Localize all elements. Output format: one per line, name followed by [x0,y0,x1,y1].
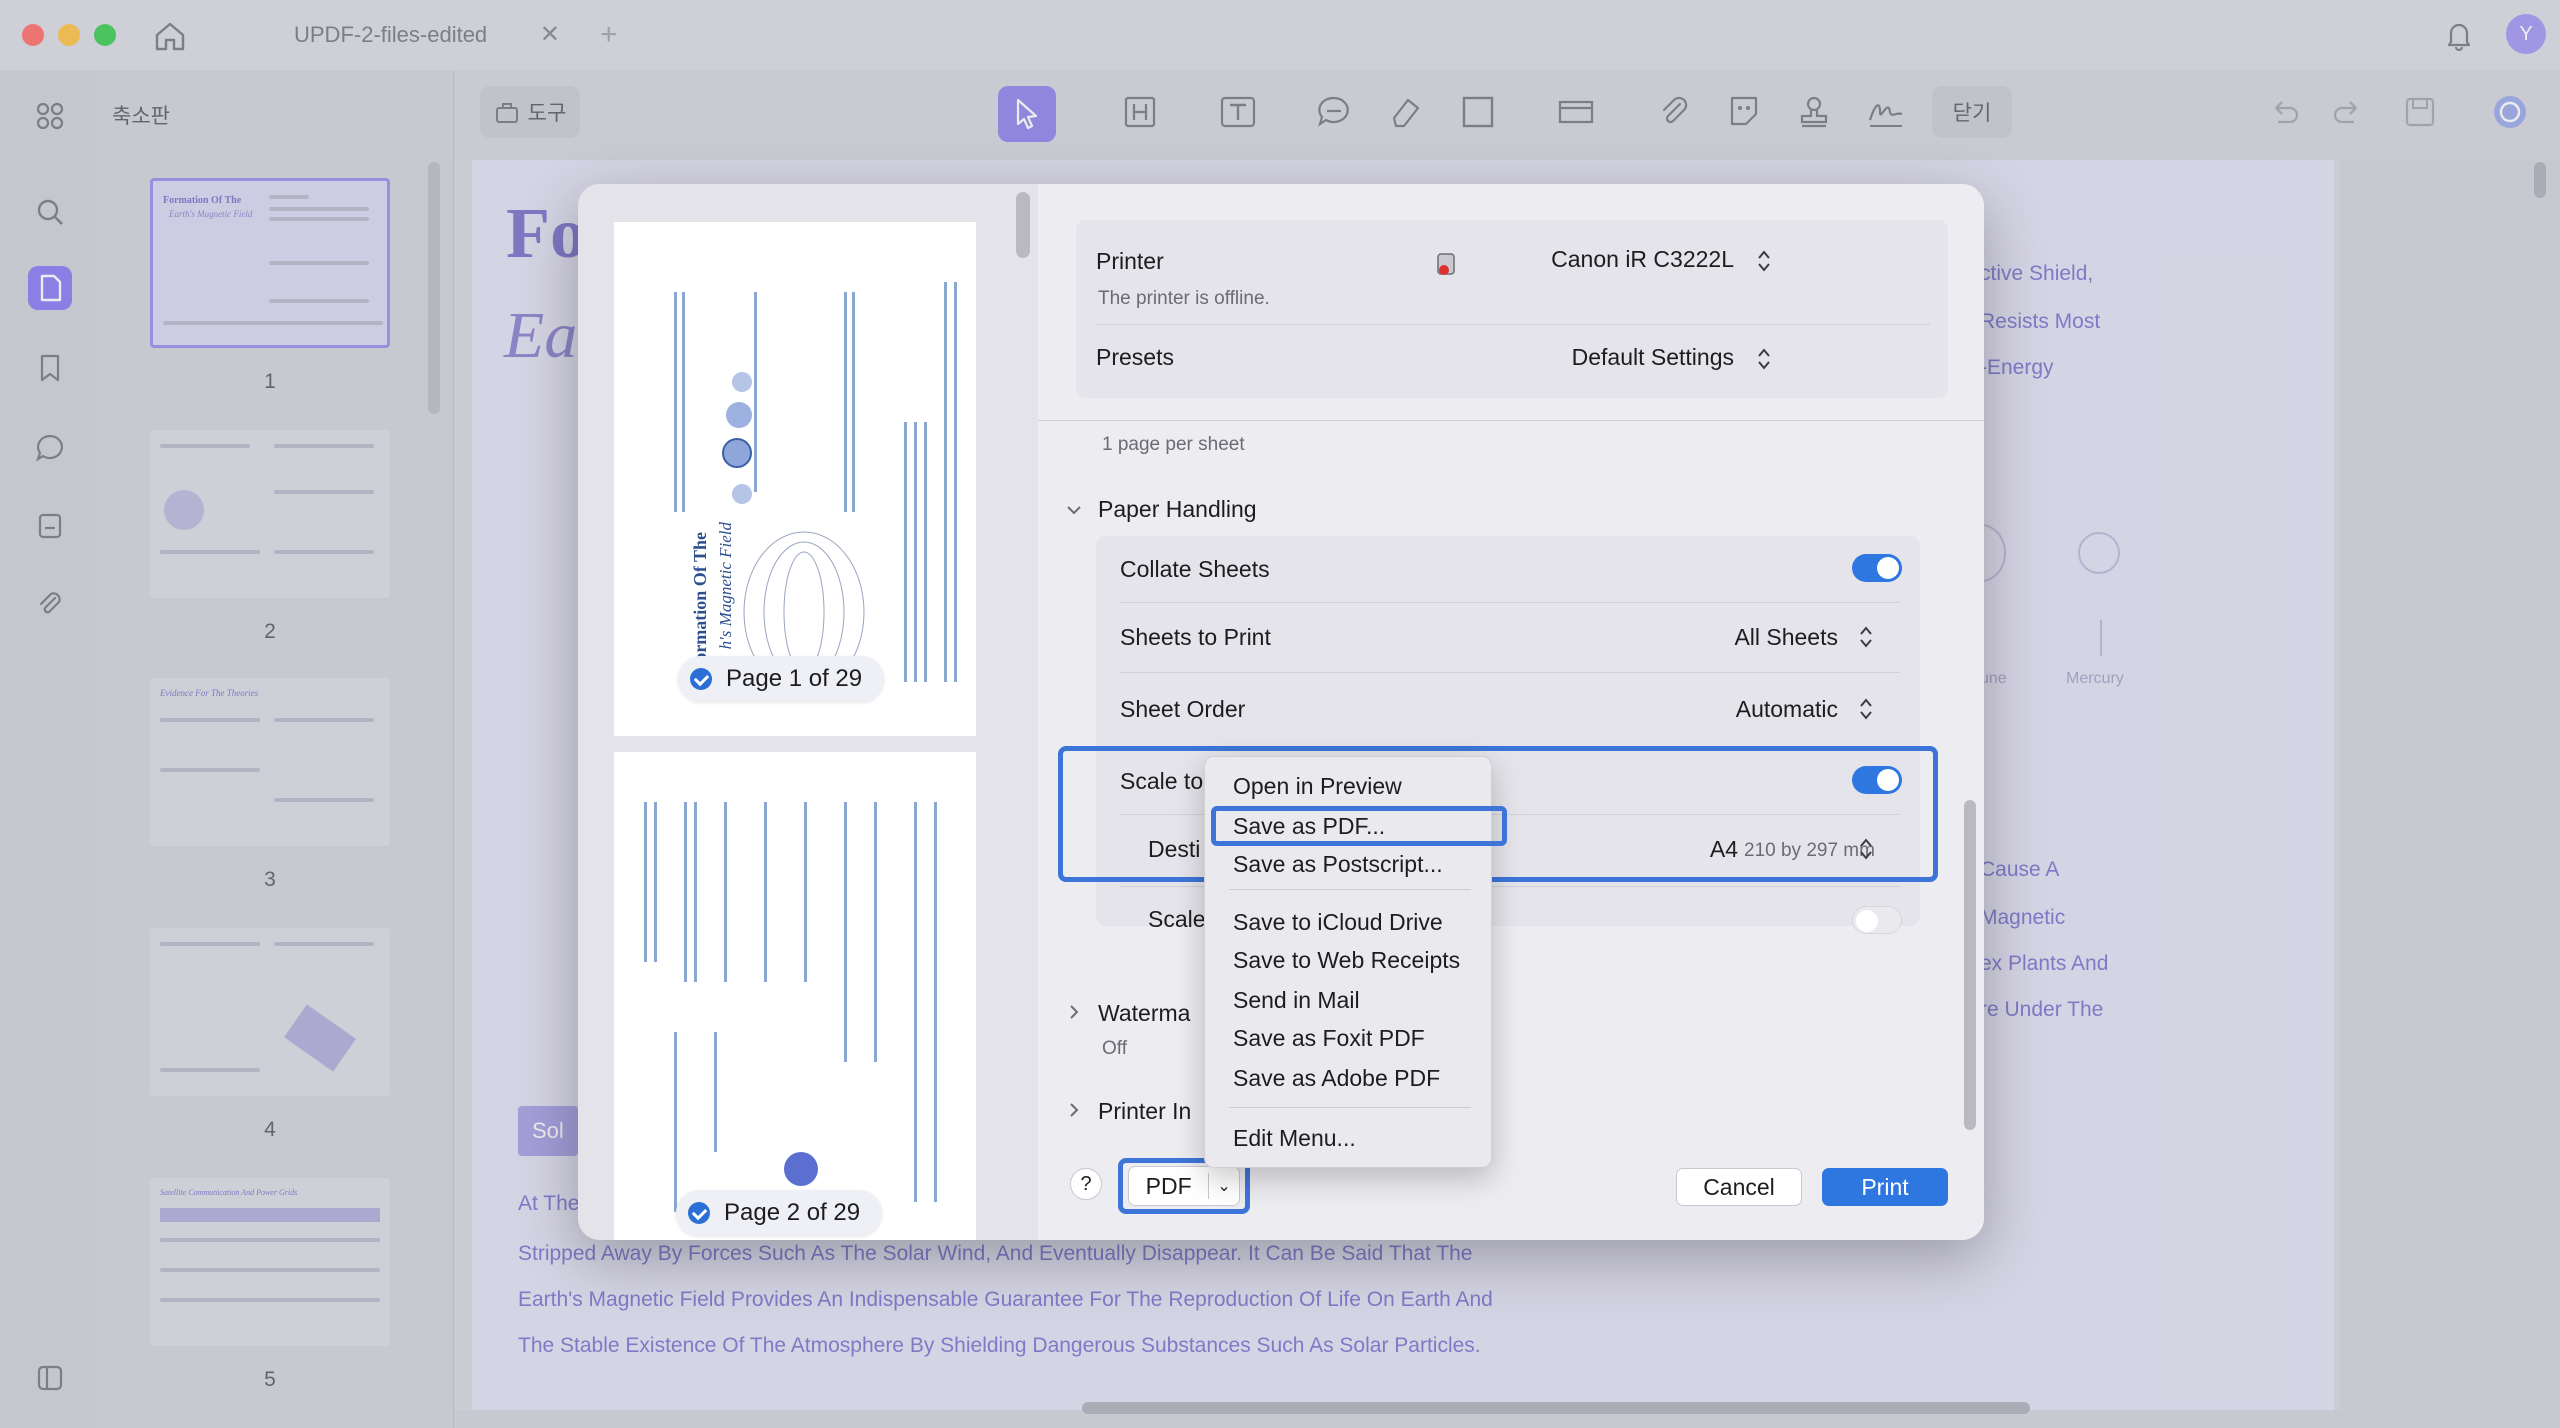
chevron-right-icon[interactable] [1064,1002,1084,1022]
printer-status: The printer is offline. [1098,288,1270,309]
pdf-menu-button[interactable]: PDF ⌄ [1128,1166,1240,1206]
sheet-order-select[interactable]: Automatic [1598,696,1838,723]
menu-item-save-as-adobe[interactable]: Save as Adobe PDF [1233,1065,1440,1092]
preview-text-line [674,292,677,512]
preview-text-line [674,1032,677,1212]
chevron-right-icon[interactable] [1064,1100,1084,1120]
menu-item-save-to-icloud[interactable]: Save to iCloud Drive [1233,909,1443,936]
preview-text-line [754,292,757,492]
preview-text-line [874,802,877,1062]
printer-select[interactable]: Canon iR C3222L [1438,246,1734,273]
preview-text-line [852,292,855,512]
preview-text-line [804,802,807,982]
menu-item-save-as-postscript[interactable]: Save as Postscript... [1233,851,1443,878]
preview-text-line [684,802,687,982]
pdf-label: PDF [1145,1172,1192,1199]
collate-label: Collate Sheets [1120,556,1270,582]
checkmark-icon[interactable] [690,668,712,690]
chevron-down-icon[interactable] [1064,500,1084,520]
watermark-value: Off [1102,1038,1127,1059]
preview-page-badge: Page 1 of 29 [678,656,885,702]
menu-separator [1229,1107,1471,1108]
preview-text-line [764,802,767,982]
paper-size-dims: 210 by 297 mm [1744,840,1875,861]
checkmark-icon[interactable] [688,1202,710,1224]
printer-stepper-icon[interactable] [1756,248,1772,274]
preview-figure [722,438,752,468]
preview-text-line [954,282,957,682]
sheets-to-print-select[interactable]: All Sheets [1598,624,1838,651]
layout-summary: 1 page per sheet [1102,434,1245,455]
preview-scrollbar[interactable] [1016,192,1030,258]
preview-text-line [904,422,907,682]
sheets-to-print-label: Sheets to Print [1120,624,1271,650]
preview-text-line [694,802,697,982]
collate-toggle[interactable] [1852,554,1902,582]
save-as-pdf-highlight [1211,806,1507,846]
preview-figure [732,484,752,504]
menu-item-open-in-preview[interactable]: Open in Preview [1233,773,1402,800]
scale-to-label: Scale to [1120,768,1204,794]
cancel-button[interactable]: Cancel [1676,1168,1802,1206]
help-button[interactable]: ? [1070,1168,1102,1200]
preview-page-2[interactable] [614,752,976,1240]
printer-label: Printer [1096,248,1164,274]
menu-item-save-as-foxit[interactable]: Save as Foxit PDF [1233,1025,1425,1052]
preview-text-line [644,802,647,962]
preview-text-line [654,802,657,962]
presets-stepper-icon[interactable] [1756,346,1772,372]
watermark-header[interactable]: Waterma [1098,1000,1190,1027]
scale-label: Scale [1148,906,1206,932]
paper-size-value[interactable]: A4 [1668,836,1738,863]
divider [1038,420,1984,421]
scale-to-fit-toggle[interactable] [1852,766,1902,794]
divider [1120,672,1900,673]
preview-figure [726,402,752,428]
print-settings: Printer Canon iR C3222L The printer is o… [1038,184,1984,1240]
sheet-order-stepper-icon[interactable] [1858,696,1874,722]
preview-page-badge: Page 2 of 29 [676,1190,883,1236]
preview-text-line [924,422,927,682]
sheet-order-label: Sheet Order [1120,696,1246,722]
preview-text-line [914,422,917,682]
divider [1096,324,1930,325]
menu-item-send-in-mail[interactable]: Send in Mail [1233,987,1360,1014]
pdf-dropdown-menu: Open in Preview Save as PDF... Save as P… [1204,756,1507,1168]
preview-text-line [934,802,937,1202]
settings-scrollbar[interactable] [1964,800,1976,1130]
preview-text-line [682,292,685,512]
divider [1120,602,1900,603]
print-button[interactable]: Print [1822,1168,1948,1206]
preview-text-line [914,802,917,1202]
destination-label: Desti [1148,836,1201,862]
menu-separator [1229,889,1471,890]
paper-handling-header[interactable]: Paper Handling [1098,496,1257,523]
preview-text-line [714,1032,717,1152]
page-indicator: Page 1 of 29 [726,665,863,692]
preview-text-line [844,292,847,512]
preview-text-line [844,802,847,1062]
preview-page-subtitle: h's Magnetic Field [716,522,735,650]
preview-figure [732,372,752,392]
paper-size-stepper-icon[interactable] [1858,836,1874,862]
scale-toggle[interactable] [1852,906,1902,934]
sheets-stepper-icon[interactable] [1858,624,1874,650]
printer-info-header[interactable]: Printer In [1098,1098,1191,1125]
preview-figure [784,1152,818,1186]
presets-select[interactable]: Default Settings [1438,344,1734,371]
page-indicator: Page 2 of 29 [724,1199,861,1226]
preview-text-line [724,802,727,982]
presets-label: Presets [1096,344,1174,370]
menu-item-save-to-web-receipts[interactable]: Save to Web Receipts [1233,947,1460,974]
print-preview-column: Formation Of The h's Magnetic Field Page… [578,184,1038,1240]
preview-text-line [944,282,947,682]
preview-page-title: Formation Of The [690,532,710,673]
menu-item-edit-menu[interactable]: Edit Menu... [1233,1125,1356,1152]
chevron-down-icon[interactable]: ⌄ [1209,1176,1239,1196]
